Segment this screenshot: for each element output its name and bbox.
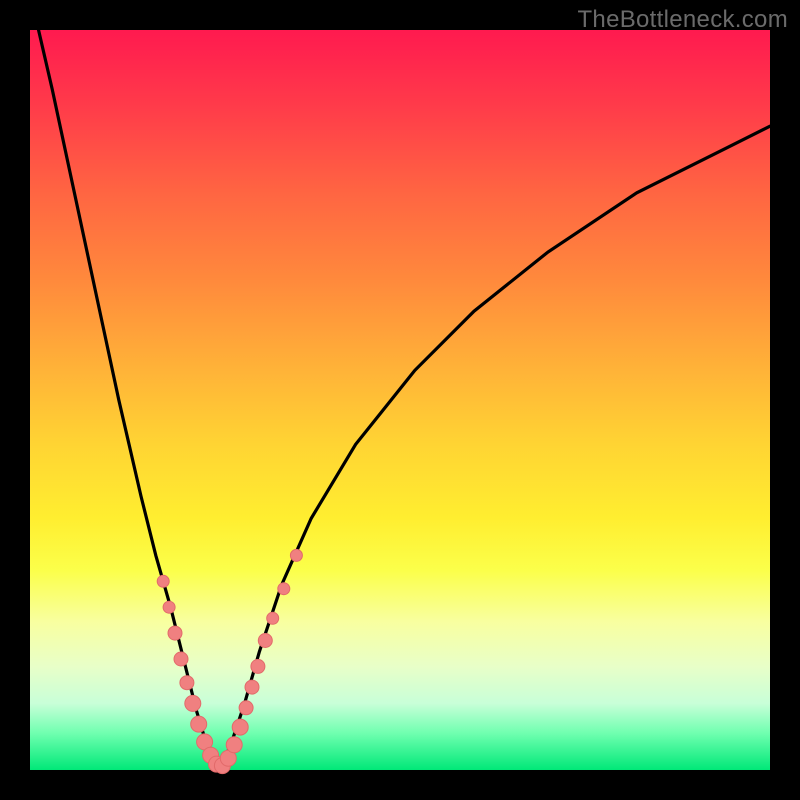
bottleneck-curve xyxy=(30,0,770,766)
data-marker xyxy=(174,652,188,666)
watermark-text: TheBottleneck.com xyxy=(577,6,788,34)
chart-frame: TheBottleneck.com xyxy=(0,0,800,800)
data-marker xyxy=(226,737,242,753)
data-marker xyxy=(267,612,279,624)
plot-area xyxy=(30,30,770,770)
data-marker xyxy=(191,716,207,732)
data-marker xyxy=(239,701,253,715)
data-marker xyxy=(185,695,201,711)
data-marker xyxy=(168,626,182,640)
data-marker xyxy=(245,680,259,694)
chart-svg xyxy=(30,30,770,770)
data-marker xyxy=(163,601,175,613)
data-marker xyxy=(232,719,248,735)
data-marker xyxy=(278,583,290,595)
data-marker xyxy=(157,575,169,587)
data-marker xyxy=(251,659,265,673)
data-marker xyxy=(290,549,302,561)
data-marker xyxy=(258,634,272,648)
data-markers xyxy=(157,549,302,773)
data-marker xyxy=(180,676,194,690)
